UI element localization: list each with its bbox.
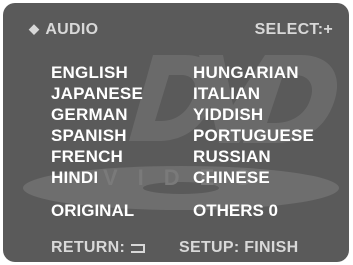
- return-icon: [131, 244, 146, 253]
- return-label: RETURN:: [51, 239, 126, 256]
- menu-title-label: AUDIO: [45, 21, 99, 38]
- language-option-japanese[interactable]: JAPANESE: [51, 83, 143, 104]
- select-hint: SELECT:+: [254, 21, 333, 38]
- language-option-english[interactable]: ENGLISH: [51, 62, 143, 83]
- language-option-hindi[interactable]: HINDI: [51, 167, 143, 188]
- return-hint: RETURN:: [51, 239, 146, 257]
- language-option-yiddish[interactable]: YIDDISH: [193, 104, 314, 125]
- language-option-spanish[interactable]: SPANISH: [51, 125, 143, 146]
- language-option-chinese[interactable]: CHINESE: [193, 167, 314, 188]
- audio-menu-screen: VIDEO ◆ AUDIO SELECT:+ ENGLISH JAPANESE G…: [3, 3, 349, 262]
- language-list-left: ENGLISH JAPANESE GERMAN SPANISH FRENCH H…: [51, 62, 143, 188]
- language-option-italian[interactable]: ITALIAN: [193, 83, 314, 104]
- others-option[interactable]: OTHERS 0: [193, 201, 278, 221]
- language-list-right: HUNGARIAN ITALIAN YIDDISH PORTUGUESE RUS…: [193, 62, 314, 188]
- language-option-hungarian[interactable]: HUNGARIAN: [193, 62, 314, 83]
- language-option-french[interactable]: FRENCH: [51, 146, 143, 167]
- menu-title: ◆ AUDIO: [29, 21, 98, 39]
- language-option-german[interactable]: GERMAN: [51, 104, 143, 125]
- language-option-portuguese[interactable]: PORTUGUESE: [193, 125, 314, 146]
- language-option-russian[interactable]: RUSSIAN: [193, 146, 314, 167]
- original-option[interactable]: ORIGINAL: [51, 201, 134, 221]
- selected-diamond-icon: ◆: [29, 21, 40, 36]
- setup-finish-hint: SETUP: FINISH: [179, 239, 299, 256]
